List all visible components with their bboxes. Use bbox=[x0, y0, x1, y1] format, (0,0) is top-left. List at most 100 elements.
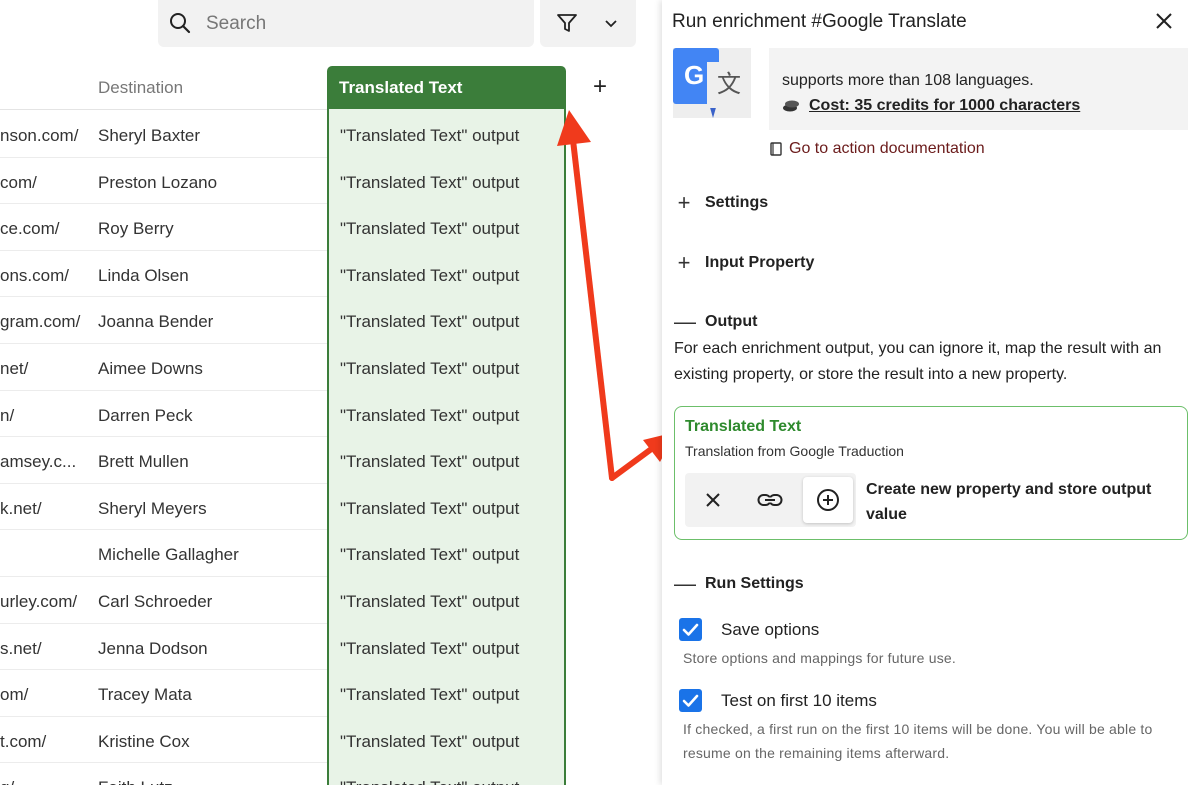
save-options-checkbox[interactable] bbox=[679, 618, 702, 641]
panel-title: Run enrichment #Google Translate bbox=[672, 11, 967, 32]
plus-icon: + bbox=[677, 250, 691, 275]
ignore-output-button[interactable] bbox=[688, 477, 738, 523]
table-row[interactable]: t.com/Kristine Cox "Translated Text" outp… bbox=[0, 717, 566, 764]
svg-text:G: G bbox=[684, 60, 704, 90]
cell-destination: Michelle Gallagher bbox=[98, 545, 239, 565]
create-new-property-button[interactable] bbox=[803, 477, 853, 523]
cell-url: t.com/ bbox=[0, 731, 47, 751]
output-card-title: Translated Text bbox=[685, 418, 802, 435]
cell-destination: Sheryl Baxter bbox=[98, 126, 201, 145]
search-input[interactable]: Search bbox=[158, 0, 534, 47]
column-header-destination[interactable]: Destination bbox=[98, 78, 183, 98]
table-row[interactable]: n/Darren Peck "Translated Text" output bbox=[0, 391, 566, 438]
cell-url: urley.com/ bbox=[0, 592, 78, 611]
cell-translated-text: "Translated Text" output bbox=[340, 638, 520, 658]
cell-destination: Sheryl Meyers bbox=[98, 498, 207, 518]
cell-translated-text: "Translated Text" output bbox=[340, 498, 520, 518]
output-card-subtitle: Translation from Google Traduction bbox=[685, 443, 904, 459]
table-row[interactable]: gram.com/Joanna Bender "Translated Text" … bbox=[0, 297, 566, 344]
cost-text: Cost: 35 credits for 1000 characters bbox=[809, 97, 1081, 114]
settings-section-toggle[interactable]: + Settings bbox=[674, 190, 769, 215]
close-icon[interactable] bbox=[1153, 10, 1175, 32]
cell-destination: Brett Mullen bbox=[98, 452, 189, 472]
table-row[interactable]: urley.com/Carl Schroeder "Translated Text… bbox=[0, 577, 566, 624]
cell-url: ce.com/ bbox=[0, 219, 60, 239]
coins-icon bbox=[783, 100, 799, 112]
table-row[interactable]: Michelle Gallagher "Translated Text" outp… bbox=[0, 530, 566, 577]
add-circle-icon bbox=[817, 489, 839, 511]
output-mode-description: Create new property and store output val… bbox=[866, 481, 1152, 523]
google-translate-logo: G 文 bbox=[673, 48, 751, 118]
input-property-label: Input Property bbox=[705, 254, 815, 271]
action-description: supports more than 108 languages. Cost: … bbox=[769, 48, 1188, 130]
documentation-link-label: Go to action documentation bbox=[789, 140, 985, 157]
test-first-items-label[interactable]: Test on first 10 items bbox=[721, 691, 877, 711]
cell-translated-text: "Translated Text" output bbox=[340, 265, 520, 285]
output-section-toggle[interactable]: — Output bbox=[674, 309, 758, 334]
cell-destination: Roy Berry bbox=[98, 219, 174, 239]
cell-destination: Jenna Dodson bbox=[98, 638, 208, 658]
table-row[interactable]: ons.com/Linda Olsen "Translated Text" out… bbox=[0, 251, 566, 298]
test-first-items-checkbox[interactable] bbox=[679, 689, 702, 712]
cell-translated-text: "Translated Text" output bbox=[340, 452, 520, 472]
table-row[interactable]: g/Faith Lutz "Translated Text" output bbox=[0, 763, 566, 785]
cell-translated-text: "Translated Text" output bbox=[340, 685, 520, 705]
output-description: For each enrichment output, you can igno… bbox=[674, 340, 1162, 383]
cell-url: gram.com/ bbox=[0, 312, 81, 332]
cell-url: s.net/ bbox=[0, 638, 42, 658]
cell-url: g/ bbox=[0, 778, 14, 785]
cell-translated-text: "Translated Text" output bbox=[340, 359, 520, 378]
ignore-icon bbox=[706, 493, 720, 507]
cell-destination: Linda Olsen bbox=[98, 265, 189, 285]
map-existing-property-button[interactable] bbox=[745, 477, 795, 523]
cell-url: net/ bbox=[0, 359, 29, 378]
output-card-translated-text: Translated Text Translation from Google … bbox=[674, 406, 1188, 540]
chevron-down-icon bbox=[605, 20, 617, 28]
table-row[interactable]: k.net/Sheryl Meyers "Translated Text" out… bbox=[0, 484, 566, 531]
table-row[interactable]: s.net/Jenna Dodson "Translated Text" outp… bbox=[0, 624, 566, 671]
cell-url: com/ bbox=[0, 172, 37, 192]
settings-label: Settings bbox=[705, 194, 769, 211]
cell-destination: Faith Lutz bbox=[98, 778, 173, 785]
cell-translated-text: "Translated Text" output bbox=[340, 126, 520, 145]
cell-url: nson.com/ bbox=[0, 126, 79, 145]
svg-text:文: 文 bbox=[717, 70, 741, 98]
table-row[interactable]: amsey.c... Brett Mullen "Translated Text" … bbox=[0, 437, 566, 484]
cell-url: n/ bbox=[0, 405, 15, 425]
table-row[interactable]: nson.com/Sheryl Baxter "Translated Text" … bbox=[0, 111, 566, 158]
search-placeholder: Search bbox=[206, 13, 267, 34]
filter-button[interactable] bbox=[540, 0, 636, 47]
cell-translated-text: "Translated Text" output bbox=[340, 172, 520, 192]
cell-destination: Carl Schroeder bbox=[98, 592, 213, 611]
link-icon bbox=[757, 494, 783, 506]
cost-link[interactable]: Cost: 35 credits for 1000 characters bbox=[782, 97, 1080, 115]
cell-translated-text: "Translated Text" output bbox=[340, 312, 520, 332]
input-property-section-toggle[interactable]: + Input Property bbox=[674, 250, 815, 275]
checkmark-icon bbox=[682, 694, 699, 707]
table-row[interactable]: ce.com/Roy Berry "Translated Text" output bbox=[0, 204, 566, 251]
add-column-button[interactable]: + bbox=[588, 75, 612, 99]
output-label: Output bbox=[705, 313, 758, 330]
save-options-hint: Store options and mappings for future us… bbox=[683, 650, 957, 666]
enrichment-panel: Run enrichment #Google Translate G 文 sup… bbox=[662, 0, 1200, 785]
plus-icon: + bbox=[677, 190, 691, 215]
cell-translated-text: "Translated Text" output bbox=[340, 778, 519, 785]
save-options-label[interactable]: Save options bbox=[721, 620, 819, 640]
minus-icon: — bbox=[674, 309, 696, 334]
cell-destination: Darren Peck bbox=[98, 405, 193, 425]
data-table-area: Search Destination Translated Text + nso… bbox=[0, 0, 662, 785]
output-mode-selector bbox=[685, 473, 856, 527]
column-header-translated-text[interactable]: Translated Text bbox=[327, 66, 566, 109]
description-text: supports more than 108 languages. bbox=[782, 72, 1034, 89]
header-divider bbox=[0, 109, 327, 110]
run-settings-section-toggle[interactable]: — Run Settings bbox=[674, 573, 804, 595]
test-first-items-hint: If checked, a first run on the first 10 … bbox=[683, 721, 1153, 761]
cell-translated-text: "Translated Text" output bbox=[340, 219, 520, 239]
table-row[interactable]: com/Preston Lozano "Translated Text" outp… bbox=[0, 158, 566, 205]
documentation-link[interactable]: Go to action documentation bbox=[770, 140, 985, 158]
table-row[interactable]: om/Tracey Mata "Translated Text" output bbox=[0, 670, 566, 717]
table-row[interactable]: net/Aimee Downs "Translated Text" output bbox=[0, 344, 566, 391]
run-settings-label: Run Settings bbox=[705, 575, 804, 592]
filter-icon bbox=[557, 14, 577, 32]
cell-destination: Aimee Downs bbox=[98, 359, 203, 378]
